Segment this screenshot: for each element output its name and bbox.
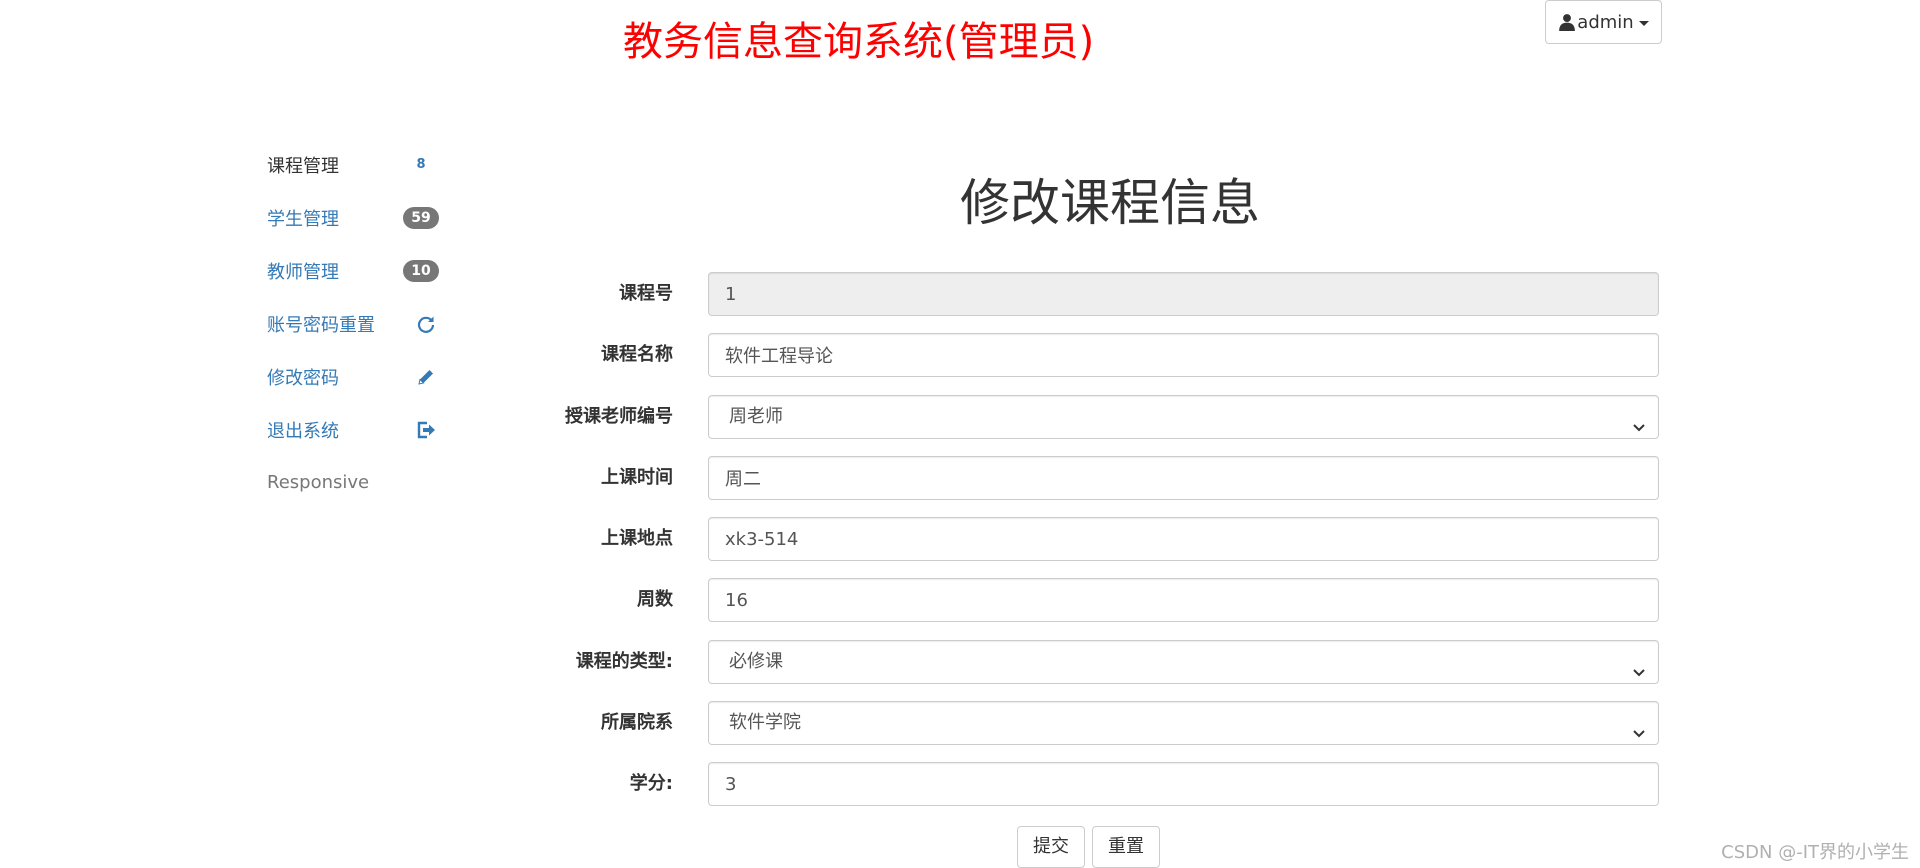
edit-course-form: 课程号 课程名称 授课老师编号 周老师 上课时间 上课地点 周数 课程的类型: … bbox=[540, 272, 1664, 824]
class-time-label: 上课时间 bbox=[601, 466, 673, 488]
form-row-class-location: 上课地点 bbox=[540, 517, 1664, 578]
credits-label: 学分: bbox=[629, 773, 673, 795]
course-type-select-value: 必修课 bbox=[729, 650, 783, 672]
weeks-label: 周数 bbox=[637, 589, 673, 611]
department-label: 所属院系 bbox=[601, 712, 673, 734]
form-actions: 提交 重置 bbox=[1017, 826, 1160, 868]
form-row-class-time: 上课时间 bbox=[540, 455, 1664, 517]
pencil-icon bbox=[416, 367, 436, 387]
sidebar-item-password-reset[interactable]: 账号密码重置 bbox=[267, 297, 439, 350]
teacher-select[interactable]: 周老师 bbox=[708, 394, 1659, 439]
chevron-down-icon bbox=[1631, 715, 1647, 738]
sidebar-item-label: 账号密码重置 bbox=[267, 314, 375, 336]
chevron-down-icon bbox=[1631, 409, 1647, 432]
weeks-field[interactable] bbox=[708, 578, 1659, 623]
department-select[interactable]: 软件学院 bbox=[708, 701, 1659, 746]
sidebar-item-course-management[interactable]: 课程管理 8 bbox=[267, 138, 439, 191]
sidebar-item-label: 教师管理 bbox=[267, 261, 339, 283]
form-row-course-id: 课程号 bbox=[540, 272, 1664, 333]
form-row-department: 所属院系 软件学院 bbox=[540, 701, 1664, 762]
sidebar-item-label: 学生管理 bbox=[267, 208, 339, 230]
submit-button[interactable]: 提交 bbox=[1017, 826, 1085, 868]
sidebar-nav: 课程管理 8 学生管理 59 教师管理 10 账号密码重置 修改密码 退出系统 … bbox=[267, 138, 439, 509]
form-row-course-type: 课程的类型: 必修课 bbox=[540, 639, 1664, 701]
form-row-weeks: 周数 bbox=[540, 578, 1664, 639]
sidebar-item-label: 修改密码 bbox=[267, 367, 339, 389]
refresh-icon bbox=[416, 314, 436, 334]
watermark-text: CSDN @-IT界的小学生 bbox=[1721, 842, 1909, 863]
sidebar-item-label: 课程管理 bbox=[267, 155, 339, 177]
teacher-select-value: 周老师 bbox=[729, 405, 783, 427]
teacher-count-badge: 10 bbox=[403, 259, 439, 282]
course-type-label: 课程的类型: bbox=[575, 650, 673, 672]
course-id-field[interactable] bbox=[708, 272, 1659, 316]
course-id-label: 课程号 bbox=[619, 283, 673, 304]
form-row-course-name: 课程名称 bbox=[540, 333, 1664, 394]
department-select-value: 软件学院 bbox=[729, 712, 801, 734]
course-name-field[interactable] bbox=[708, 333, 1659, 378]
page-title: 修改课程信息 bbox=[960, 174, 1260, 232]
form-row-credits: 学分: bbox=[540, 762, 1664, 823]
user-menu-button[interactable]: admin bbox=[1545, 0, 1662, 44]
student-count-badge: 59 bbox=[403, 206, 439, 229]
user-menu-label: admin bbox=[1577, 11, 1634, 33]
form-row-teacher: 授课老师编号 周老师 bbox=[540, 394, 1664, 456]
caret-down-icon bbox=[1638, 20, 1649, 26]
course-name-label: 课程名称 bbox=[601, 344, 673, 366]
course-type-select[interactable]: 必修课 bbox=[708, 639, 1659, 684]
app-title: 教务信息查询系统(管理员) bbox=[623, 19, 1095, 65]
sidebar-item-change-password[interactable]: 修改密码 bbox=[267, 350, 439, 403]
user-icon bbox=[1558, 13, 1576, 31]
credits-field[interactable] bbox=[708, 762, 1659, 807]
teacher-label: 授课老师编号 bbox=[565, 405, 673, 427]
class-location-label: 上课地点 bbox=[601, 528, 673, 550]
chevron-down-icon bbox=[1631, 654, 1647, 677]
class-time-field[interactable] bbox=[708, 455, 1659, 500]
sidebar-item-label: Responsive bbox=[267, 472, 370, 493]
course-count-badge: 8 bbox=[416, 156, 426, 172]
class-location-field[interactable] bbox=[708, 517, 1659, 562]
sidebar-item-responsive: Responsive bbox=[267, 456, 439, 509]
reset-button[interactable]: 重置 bbox=[1092, 826, 1160, 868]
sidebar-item-teacher-management[interactable]: 教师管理 10 bbox=[267, 244, 439, 297]
logout-icon bbox=[416, 420, 436, 440]
sidebar-item-student-management[interactable]: 学生管理 59 bbox=[267, 191, 439, 244]
sidebar-item-label: 退出系统 bbox=[267, 420, 339, 442]
sidebar-item-logout[interactable]: 退出系统 bbox=[267, 403, 439, 456]
